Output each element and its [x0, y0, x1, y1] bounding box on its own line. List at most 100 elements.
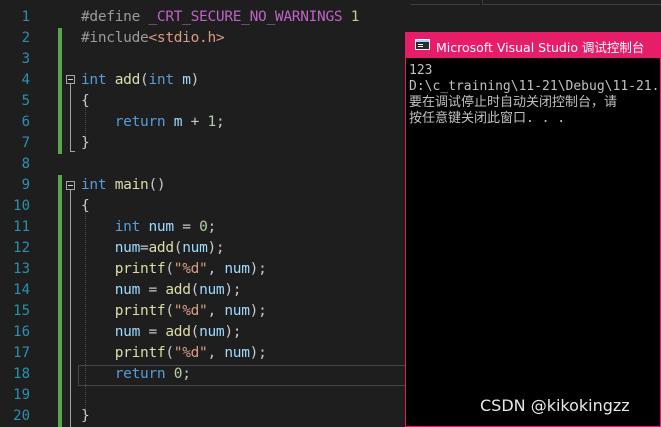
code-token: _CRT_SECURE_NO_WARNINGS [148, 9, 343, 25]
line-number: 10 [13, 198, 30, 214]
code-token: return [114, 114, 166, 130]
code-line[interactable]: printf("%d", num); [81, 343, 267, 364]
code-token: num [114, 282, 141, 298]
code-line[interactable]: num = add(num); [81, 322, 242, 343]
code-token: ( [165, 261, 174, 277]
code-line[interactable]: { [81, 91, 90, 112]
code-token: m [165, 114, 191, 130]
line-number: 6 [21, 114, 30, 130]
line-number: 16 [13, 324, 30, 340]
change-tracking-bar [58, 28, 62, 154]
code-line[interactable]: num=add(num); [81, 238, 225, 259]
fold-guide-line [70, 84, 71, 151]
console-output: 123 D:\c_training\11-21\Debug\11-21. 要在调试停… [409, 63, 659, 127]
line-number: 18 [13, 366, 30, 382]
code-token: add [165, 324, 191, 340]
code-token: #define [81, 9, 149, 25]
code-token: int [148, 72, 174, 88]
line-number: 19 [13, 387, 30, 403]
code-line[interactable]: int main() [81, 175, 166, 196]
code-token: num [224, 261, 250, 277]
watermark: CSDN @kikokingzz [480, 396, 630, 415]
collapse-main-function-icon[interactable] [66, 181, 75, 190]
code-token: printf [114, 303, 166, 319]
code-token: ); [207, 240, 225, 256]
code-token: ; [215, 114, 225, 130]
console-app-icon [415, 39, 430, 50]
code-token: printf [114, 261, 166, 277]
code-token: () [148, 177, 166, 193]
console-title: Microsoft Visual Studio 调试控制台 [436, 40, 645, 55]
line-number: 17 [13, 345, 30, 361]
code-line[interactable]: #define _CRT_SECURE_NO_WARNINGS 1 [81, 7, 360, 28]
line-number: 15 [13, 303, 30, 319]
line-number: 12 [13, 240, 30, 256]
code-line[interactable]: num = add(num); [81, 280, 242, 301]
console-output-line: 按任意键关闭此窗口. . . [409, 111, 566, 126]
line-number: 7 [21, 135, 30, 151]
code-token: int [81, 72, 107, 88]
code-token: num [182, 240, 208, 256]
code-token: ( [165, 345, 174, 361]
code-editor[interactable]: 1 2 3 4 5 6 7 8 9 10 11 12 13 14 15 16 17 18 19 20 #define … [0, 0, 661, 427]
code-line[interactable]: return 0; [81, 364, 191, 385]
console-title-bar[interactable]: Microsoft Visual Studio 调试控制台 [406, 33, 660, 58]
code-token: 0 [173, 366, 183, 382]
code-line[interactable]: int num = 0; [81, 217, 217, 238]
code-token: #include [81, 30, 149, 46]
line-number: 20 [13, 408, 30, 424]
code-line[interactable]: } [81, 406, 90, 427]
code-token: num [224, 303, 250, 319]
code-token: num [199, 324, 225, 340]
code-line[interactable]: int add(int m) [81, 70, 199, 91]
console-output-line: D:\c_training\11-21\Debug\11-21. [409, 79, 659, 94]
code-token: = [173, 219, 200, 235]
code-token: ( [190, 282, 200, 298]
code-line[interactable]: printf("%d", num); [81, 301, 267, 322]
code-token: <stdio.h> [148, 30, 225, 46]
code-line[interactable]: { [81, 196, 90, 217]
code-token: ) [190, 72, 200, 88]
line-number: 11 [13, 219, 30, 235]
fold-guide-end [70, 151, 75, 152]
code-token: return [114, 366, 166, 382]
code-token: } [81, 408, 90, 424]
code-line[interactable]: return m + 1; [81, 112, 225, 133]
code-line[interactable]: } [81, 133, 90, 154]
line-number: 1 [21, 9, 30, 25]
debug-console-window[interactable]: Microsoft Visual Studio 调试控制台 123 D:\c_tr… [405, 32, 661, 427]
code-token: num [140, 219, 174, 235]
code-line[interactable]: #include<stdio.h> [81, 28, 225, 49]
code-token: "%d" [173, 261, 208, 277]
code-token: 0 [199, 219, 208, 235]
line-number: 13 [13, 261, 30, 277]
code-token: add [165, 282, 191, 298]
code-token: 1 [342, 9, 360, 25]
code-token: 1 [207, 114, 217, 130]
code-token: , [207, 261, 225, 277]
code-token: m [173, 72, 191, 88]
line-number: 14 [13, 282, 30, 298]
code-token: , [207, 303, 225, 319]
code-token: ( [165, 303, 174, 319]
line-number: 3 [21, 51, 30, 67]
line-number: 4 [21, 72, 30, 88]
code-token: num [114, 240, 141, 256]
line-number: 5 [21, 93, 30, 109]
collapse-add-function-icon[interactable] [66, 75, 75, 84]
code-token: ); [249, 303, 267, 319]
code-line[interactable]: printf("%d", num); [81, 259, 267, 280]
line-number: 8 [21, 156, 30, 172]
code-token: num [224, 345, 250, 361]
code-token: , [207, 345, 225, 361]
code-token: ); [249, 345, 267, 361]
